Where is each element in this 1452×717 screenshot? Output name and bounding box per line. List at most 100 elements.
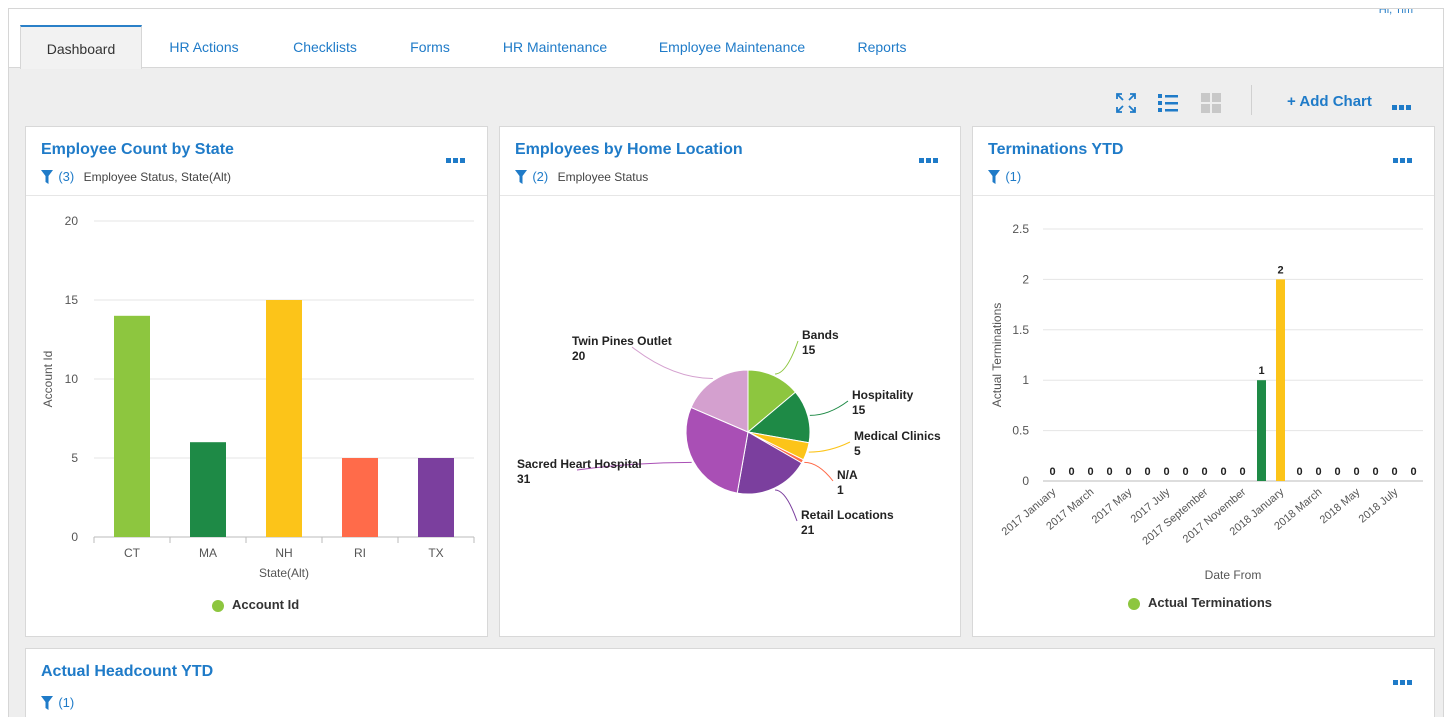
- expand-icon[interactable]: [1114, 91, 1138, 115]
- data-label: 0: [1296, 466, 1302, 478]
- filter-icon[interactable]: [41, 695, 53, 710]
- terminations-bar-chart: 00.511.522.502017 January0 02017 March0 02…: [990, 222, 1423, 582]
- bar-nh: [266, 300, 302, 537]
- card-title[interactable]: Employees by Home Location: [515, 141, 743, 159]
- pie-label: Hospitality: [852, 388, 914, 402]
- toolbar-more-icon[interactable]: [1392, 97, 1413, 115]
- data-label: 0: [1334, 466, 1340, 478]
- tab-reports[interactable]: Reports: [849, 25, 915, 69]
- y-tick-label: 20: [65, 214, 79, 228]
- user-greeting[interactable]: Hi, Tim: [1379, 9, 1413, 16]
- filter-icon[interactable]: [41, 169, 53, 184]
- filter-row: (1): [988, 169, 1021, 187]
- tab-dashboard[interactable]: Dashboard: [20, 25, 142, 69]
- card-more-icon[interactable]: [919, 150, 940, 168]
- pie-label: Bands: [802, 328, 839, 342]
- pie-label: Retail Locations: [801, 508, 894, 522]
- filter-text: Employee Status, State(Alt): [83, 169, 231, 184]
- data-label: 0: [1220, 466, 1226, 478]
- bar-ri: [342, 458, 378, 537]
- tab-hr-maintenance[interactable]: HR Maintenance: [497, 25, 613, 69]
- pie-value: 21: [801, 523, 815, 537]
- filter-row: (2) Employee Status: [515, 169, 648, 187]
- data-label: 0: [1087, 466, 1093, 478]
- actual-headcount-ytd-card: Actual Headcount YTD (1): [25, 648, 1435, 717]
- data-label: 2: [1277, 264, 1283, 276]
- list-view-icon[interactable]: [1156, 91, 1180, 115]
- bar-2017-december: [1257, 380, 1266, 481]
- pie-value: 15: [802, 343, 816, 357]
- x-tick-label: 2017 September: [1140, 486, 1210, 548]
- y-tick-label: 1.5: [1012, 323, 1029, 337]
- terminations-ytd-card: Terminations YTD (1) 0 0.5 1 1.5 2 2.5 0 2017 J…: [972, 126, 1435, 637]
- pie-leader-line: [631, 346, 713, 380]
- state-bar-chart: 0 5 10 15 20 CT MA NH RI TX State(Alt) Account Id: [41, 214, 475, 580]
- card-more-icon[interactable]: [1393, 672, 1414, 690]
- filter-count[interactable]: (1): [1005, 169, 1021, 184]
- chart-legend[interactable]: Actual Terminations: [1128, 595, 1272, 610]
- data-label: 0: [1239, 466, 1245, 478]
- pie-leader-line: [809, 400, 849, 416]
- location-pie-chart: Bands15Hospitality15Medical Clinics5N/A1…: [517, 328, 941, 537]
- filter-icon[interactable]: [515, 169, 527, 184]
- card-title[interactable]: Employee Count by State: [41, 141, 234, 159]
- pie-leader-line: [774, 489, 798, 522]
- legend-label: Account Id: [232, 597, 300, 612]
- add-chart-button[interactable]: + Add Chart: [1287, 91, 1372, 113]
- pie-value: 20: [572, 349, 586, 363]
- legend-dot: [212, 599, 224, 612]
- data-label: 0: [1410, 466, 1416, 478]
- x-axis-title: State(Alt): [259, 566, 309, 580]
- pie-value: 5: [854, 444, 861, 458]
- app-frame: Hi, Tim Dashboard HR Actions Checklists …: [8, 8, 1444, 717]
- y-tick-label: 2: [1022, 272, 1029, 286]
- tab-employee-maintenance[interactable]: Employee Maintenance: [653, 25, 811, 69]
- y-tick-label: 1: [1022, 373, 1029, 387]
- bar-tx: [418, 458, 454, 537]
- x-tick-label: NH: [275, 546, 292, 560]
- legend-dot: [1128, 597, 1140, 610]
- filter-icon[interactable]: [988, 169, 1000, 184]
- pie-label: Sacred Heart Hospital: [517, 457, 642, 471]
- grid-view-icon[interactable]: [1199, 91, 1223, 115]
- filter-count[interactable]: (1): [58, 695, 74, 710]
- data-label: 0: [1353, 466, 1359, 478]
- filter-count[interactable]: (3): [58, 169, 74, 184]
- employee-count-by-state-card: Employee Count by State (3) Employee Sta…: [25, 126, 488, 637]
- y-axis-title: Actual Terminations: [990, 303, 1004, 408]
- data-label: 0: [1182, 466, 1188, 478]
- bar-ma: [190, 442, 226, 537]
- bar-2018-january: [1276, 279, 1285, 481]
- card-title[interactable]: Terminations YTD: [988, 141, 1123, 159]
- card-divider: [973, 195, 1434, 196]
- pie-leader-line: [808, 441, 851, 453]
- pie-label: N/A: [837, 468, 858, 482]
- chart-legend[interactable]: Account Id: [212, 597, 299, 612]
- filter-row: (1): [41, 695, 74, 713]
- tab-forms[interactable]: Forms: [402, 25, 458, 69]
- card-divider: [26, 195, 487, 196]
- card-more-icon[interactable]: [446, 150, 467, 168]
- card-more-icon[interactable]: [1393, 150, 1414, 168]
- x-tick-label: 2017 May: [1090, 486, 1135, 527]
- x-tick-label: MA: [199, 546, 217, 560]
- card-title[interactable]: Actual Headcount YTD: [41, 663, 213, 681]
- top-navigation: Hi, Tim Dashboard HR Actions Checklists …: [9, 9, 1443, 69]
- pie-label: Medical Clinics: [854, 429, 941, 443]
- data-label: 0: [1106, 466, 1112, 478]
- x-tick-label: RI: [354, 546, 366, 560]
- y-tick-label: 0.5: [1012, 424, 1029, 438]
- y-axis-title: Account Id: [41, 351, 55, 408]
- card-divider: [500, 195, 960, 196]
- filter-count[interactable]: (2): [532, 169, 548, 184]
- data-label: 0: [1163, 466, 1169, 478]
- data-label: 0: [1391, 466, 1397, 478]
- x-tick-label: 2018 May: [1318, 486, 1363, 527]
- tab-hr-actions[interactable]: HR Actions: [159, 25, 249, 69]
- y-tick-label: 2.5: [1012, 222, 1029, 236]
- bar-ct: [114, 315, 150, 537]
- data-label: 0: [1049, 466, 1055, 478]
- x-tick-label: TX: [428, 546, 443, 560]
- pie-leader-line: [804, 461, 834, 482]
- tab-checklists[interactable]: Checklists: [285, 25, 365, 69]
